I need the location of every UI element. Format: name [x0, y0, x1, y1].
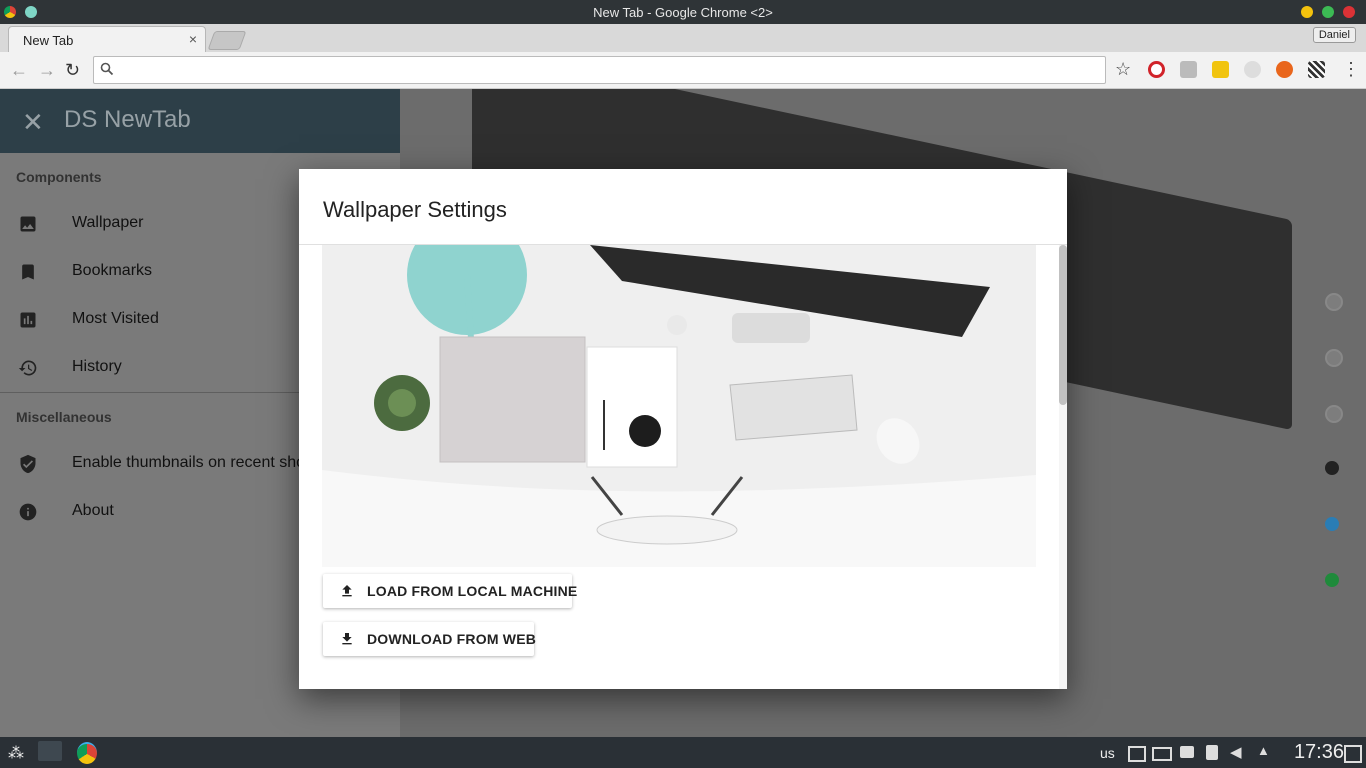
drawer-item-label: History: [72, 358, 122, 375]
forward-icon[interactable]: →: [38, 60, 56, 81]
section-components: Components: [16, 169, 102, 185]
keyboard-layout[interactable]: us: [1100, 745, 1115, 761]
download-from-web-label: DOWNLOAD FROM WEB: [367, 631, 537, 647]
drawer-item-label: Enable thumbnails on recent sho: [72, 454, 306, 471]
whatsapp-shortcut-icon[interactable]: [1325, 573, 1339, 587]
drawer-item-label: Most Visited: [72, 310, 159, 327]
new-tab-button[interactable]: [207, 31, 247, 50]
clipboard-icon[interactable]: [1206, 745, 1218, 760]
reload-icon[interactable]: ↻: [65, 60, 80, 81]
drawer-close-icon[interactable]: ✕: [22, 107, 44, 138]
download-icon: [342, 633, 352, 645]
battery-icon[interactable]: [1152, 747, 1172, 761]
dialog-scrollbar[interactable]: [1059, 245, 1067, 689]
drawer-title: DS NewTab: [64, 106, 191, 133]
bookmark-star-icon[interactable]: ☆: [1115, 59, 1131, 80]
bar-chart-icon: [20, 312, 36, 328]
google-shortcut-icon[interactable]: [1325, 349, 1343, 367]
dialog-title: Wallpaper Settings: [323, 197, 507, 222]
omnibox[interactable]: [93, 56, 1106, 84]
section-miscellaneous: Miscellaneous: [16, 409, 112, 425]
download-from-web-button[interactable]: DOWNLOAD FROM WEB: [323, 622, 537, 656]
telegram-shortcut-icon[interactable]: [1325, 517, 1339, 531]
drawer-header: ✕ DS NewTab: [0, 89, 400, 153]
volume-icon[interactable]: ◀: [1230, 743, 1242, 761]
react-icon[interactable]: [1180, 61, 1197, 78]
drawer-item-label: Wallpaper: [72, 214, 144, 231]
upload-icon: [342, 585, 352, 597]
browser-toolbar: ← → ↻ ☆ ⋮: [0, 52, 1366, 89]
wallpaper-settings-dialog: Wallpaper Settings LOAD FROM LOCAL MACHI…: [299, 169, 1067, 689]
opera-icon[interactable]: [1148, 61, 1165, 78]
search-icon: [100, 62, 114, 76]
window-title: New Tab - Google Chrome <2>: [593, 5, 773, 20]
shield-check-icon: [20, 454, 36, 474]
omnibox-input[interactable]: [120, 60, 1094, 80]
tab-new-tab[interactable]: New Tab ×: [8, 26, 206, 53]
ubuntu-icon[interactable]: [1276, 61, 1293, 78]
chrome-menu-icon[interactable]: ⋮: [1342, 59, 1360, 80]
show-desktop-icon[interactable]: [1344, 745, 1362, 763]
drawer-item-label: Bookmarks: [72, 262, 153, 279]
load-from-local-button[interactable]: LOAD FROM LOCAL MACHINE: [323, 574, 577, 608]
wallpaper-preview-image: [322, 245, 1036, 567]
chrome-taskbar-icon[interactable]: [77, 742, 97, 764]
tray-expand-icon[interactable]: ▲: [1257, 743, 1270, 758]
minimize-button[interactable]: [1301, 6, 1313, 18]
app-launcher-icon[interactable]: ⁂: [8, 743, 24, 763]
tab-label: New Tab: [23, 33, 74, 48]
bookmark-icon: [22, 264, 34, 280]
load-from-local-label: LOAD FROM LOCAL MACHINE: [367, 583, 578, 599]
info-icon: [19, 503, 37, 521]
profile-button[interactable]: Daniel: [1312, 27, 1356, 43]
qr-icon[interactable]: [1308, 61, 1325, 78]
clock[interactable]: 17:36: [1294, 741, 1344, 764]
image-icon: [20, 216, 36, 232]
os-taskbar: ⁂ us ◀ ▲ 17:36: [0, 737, 1366, 768]
github-shortcut-icon[interactable]: [1325, 461, 1339, 475]
history-icon: [18, 360, 37, 376]
window-titlebar: New Tab - Google Chrome <2>: [0, 0, 1366, 24]
google-shortcut-icon[interactable]: [1325, 405, 1343, 423]
google-shortcut-icon[interactable]: [1325, 293, 1343, 311]
tab-strip: New Tab × Daniel: [0, 24, 1366, 53]
close-window-button[interactable]: [1343, 6, 1355, 18]
drawer-item-label: About: [72, 502, 114, 519]
network-icon[interactable]: [1128, 746, 1146, 762]
terminal-icon[interactable]: [38, 741, 62, 761]
notes-icon[interactable]: [1212, 61, 1229, 78]
tab-close-icon[interactable]: ×: [189, 31, 197, 47]
back-icon[interactable]: ←: [10, 60, 28, 81]
dialog-scrollbar-thumb[interactable]: [1059, 245, 1067, 405]
wallpaper-preview: [322, 245, 1036, 567]
ghost-icon[interactable]: [1244, 61, 1261, 78]
printer-icon[interactable]: [1180, 746, 1194, 758]
maximize-button[interactable]: [1322, 6, 1334, 18]
